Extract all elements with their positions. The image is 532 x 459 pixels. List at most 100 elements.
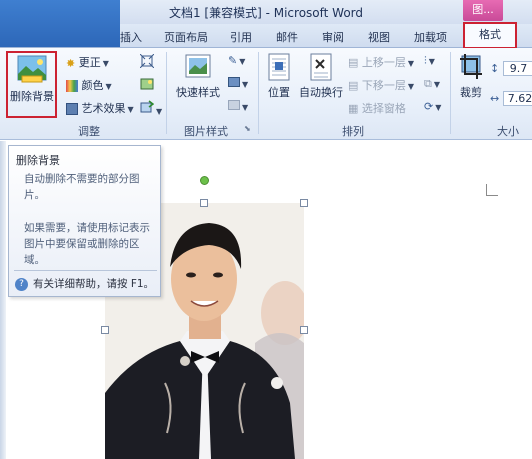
group-icon: ⧉ [424, 77, 432, 90]
tooltip-title: 删除背景 [16, 154, 60, 167]
wrap-text-label: 自动换行 [299, 86, 343, 99]
chevron-down-icon: ▼ [435, 103, 442, 112]
height-icon: ↕ [490, 62, 500, 75]
color-button[interactable]: 颜色 ▼ [66, 77, 112, 93]
remove-background-tooltip: 删除背景 自动删除不需要的部分图片。 如果需要，请使用标记表示图片中要保留或删除… [8, 145, 161, 297]
corrections-label: 更正 [78, 56, 101, 69]
reset-picture-icon [140, 100, 155, 113]
chevron-down-icon: ▼ [407, 59, 415, 68]
width-value: 7.62 [502, 91, 532, 106]
group-button[interactable]: ⧉ ▼ [424, 77, 440, 91]
picture-layout-icon [228, 100, 240, 110]
artistic-effects-label: 艺术效果 [81, 102, 126, 115]
chevron-down-icon: ▼ [242, 80, 249, 89]
artistic-effects-button[interactable]: 艺术效果 ▼ [66, 100, 134, 116]
rotate-icon: ⟳ [424, 100, 434, 113]
position-label: 位置 [268, 86, 290, 99]
tab-format[interactable]: 格式 [463, 22, 517, 49]
pencil-icon: ✎ [228, 54, 238, 67]
tab-insert[interactable]: 插入 [120, 29, 142, 45]
send-backward-icon: ▤ [348, 79, 359, 92]
tooltip-divider [14, 270, 157, 271]
bring-forward-label: 上移一层 [361, 56, 406, 69]
quick-styles-label: 快速样式 [176, 86, 220, 99]
resize-handle-top-right[interactable] [300, 199, 308, 207]
tab-mailings[interactable]: 邮件 [276, 29, 298, 45]
quick-styles-button[interactable]: 快速样式 [172, 52, 224, 100]
chevron-down-icon: ▼ [105, 82, 112, 91]
position-icon [268, 53, 290, 81]
size-group-label: 大小 [497, 125, 519, 138]
chevron-down-icon: ▼ [433, 80, 441, 89]
help-icon: ? [15, 277, 28, 291]
selection-pane-icon: ▦ [348, 102, 359, 115]
tab-view[interactable]: 视图 [368, 29, 390, 45]
tooltip-help: ? 有关详细帮助，请按 F1。 [15, 276, 154, 291]
align-button[interactable]: ⫶ ▼ [424, 54, 435, 68]
height-field[interactable]: ↕ 9.7 [490, 61, 532, 76]
bring-forward-button[interactable]: ▤ 上移一层 ▼ [348, 54, 414, 70]
color-palette-icon [66, 80, 78, 92]
chevron-down-icon: ▼ [407, 82, 415, 91]
chevron-down-icon: ▼ [242, 103, 249, 112]
group-divider [450, 52, 451, 134]
align-icon: ⫶ [424, 54, 427, 67]
dialog-launcher-icon[interactable]: ⬊ [244, 124, 251, 133]
chevron-down-icon: ▼ [127, 105, 134, 114]
width-icon: ↔ [490, 92, 500, 105]
tab-review[interactable]: 审阅 [322, 29, 344, 45]
chevron-down-icon: ▼ [156, 107, 163, 116]
ribbon-tab-row: 插入 页面布局 引用 邮件 审阅 视图 加载项 [0, 0, 532, 48]
crop-button[interactable]: 裁剪 [455, 52, 487, 100]
change-picture-icon [140, 78, 154, 90]
group-divider [166, 52, 167, 134]
selection-pane-label: 选择窗格 [361, 102, 406, 115]
compress-pictures-button[interactable] [139, 53, 155, 71]
tab-addins[interactable]: 加载项 [414, 29, 447, 45]
picture-tools-context-tab: 图... [463, 0, 503, 21]
picture-layout-button[interactable]: ▼ [228, 100, 248, 113]
send-backward-button[interactable]: ▤ 下移一层 ▼ [348, 77, 414, 93]
wrap-text-icon [310, 53, 332, 81]
tooltip-help-text: 有关详细帮助，请按 F1。 [33, 278, 155, 290]
corrections-button[interactable]: ✸ 更正 ▼ [66, 54, 109, 70]
tab-references[interactable]: 引用 [230, 29, 252, 45]
sun-icon: ✸ [66, 56, 76, 70]
compress-icon [139, 53, 155, 69]
adjust-group-label: 调整 [78, 125, 100, 138]
tooltip-detail: 如果需要，请使用标记表示图片中要保留或删除的区域。 [24, 222, 150, 266]
position-button[interactable]: 位置 [262, 52, 296, 100]
artistic-effects-icon [66, 103, 78, 115]
rotate-button[interactable]: ⟳ ▼ [424, 100, 441, 113]
group-divider [258, 52, 259, 134]
picture-effects-icon [228, 77, 240, 87]
wrap-text-button[interactable]: 自动换行 [298, 52, 344, 100]
arrange-group-label: 排列 [342, 125, 364, 138]
remove-background-highlight [6, 51, 57, 118]
resize-handle-right[interactable] [300, 326, 308, 334]
bring-forward-icon: ▤ [348, 56, 359, 69]
picture-effects-button[interactable]: ▼ [228, 77, 248, 90]
color-label: 颜色 [81, 79, 104, 92]
chevron-down-icon: ▼ [428, 57, 435, 66]
tab-page-layout[interactable]: 页面布局 [164, 29, 208, 45]
width-field[interactable]: ↔ 7.62 [490, 91, 532, 106]
crop-icon [460, 54, 482, 79]
blue-accent [0, 0, 120, 47]
change-picture-button[interactable] [140, 77, 154, 94]
crop-label: 裁剪 [460, 86, 482, 99]
chevron-down-icon: ▼ [102, 59, 109, 68]
selection-pane-button[interactable]: ▦ 选择窗格 [348, 100, 406, 116]
quick-styles-icon [185, 54, 211, 78]
tooltip-description: 自动删除不需要的部分图片。 [24, 173, 140, 201]
reset-picture-button[interactable]: ▼ [140, 100, 162, 117]
send-backward-label: 下移一层 [361, 79, 406, 92]
picture-styles-group-label: 图片样式 [184, 125, 228, 138]
resize-handle-left[interactable] [101, 326, 109, 334]
ribbon: 删除背景 ✸ 更正 ▼ 颜色 ▼ 艺术效果 ▼ ▼ 调整 快速样式 ✎ ▼ ▼ ▼ [0, 48, 532, 140]
chevron-down-icon: ▼ [239, 57, 246, 66]
rotation-handle[interactable] [200, 176, 209, 185]
left-ruler [0, 141, 6, 459]
picture-border-button[interactable]: ✎ ▼ [228, 54, 245, 67]
resize-handle-top[interactable] [200, 199, 208, 207]
